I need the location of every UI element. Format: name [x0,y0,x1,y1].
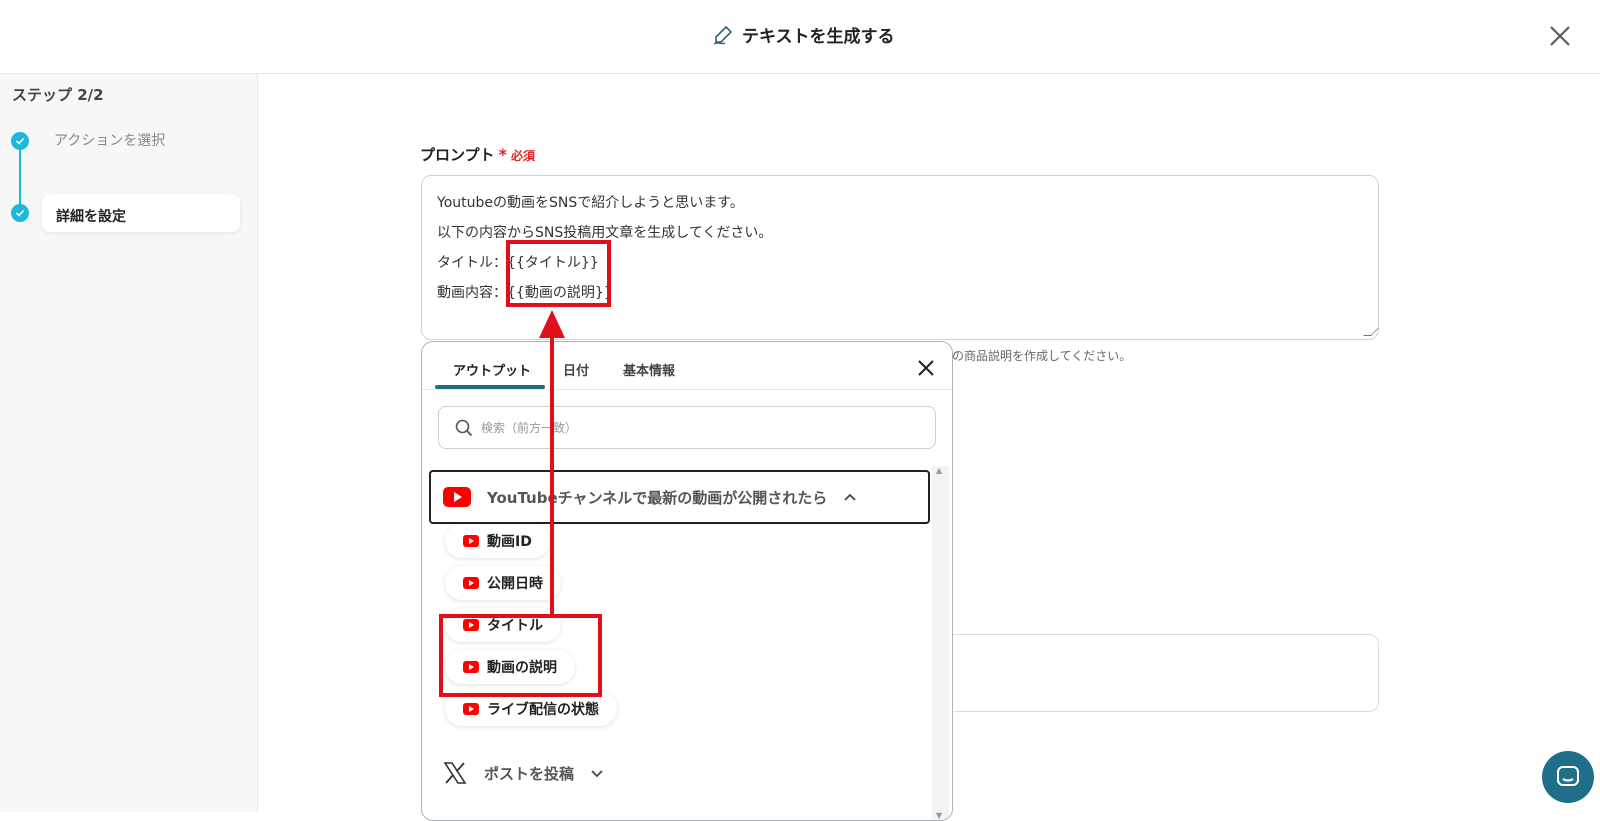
prompt-line: Youtubeの動画をSNSで紹介しようと思います。 [437,195,744,211]
x-icon [443,762,467,784]
steps-sidebar: ステップ 2/2 アクションを選択 詳細を設定 [0,74,258,812]
resize-handle[interactable] [1363,328,1379,336]
active-tab-indicator [435,385,545,389]
annotation-highlight-variables [506,240,611,307]
step-counter: ステップ 2/2 [12,86,104,104]
group-x-post[interactable]: ポストを投稿 [442,760,604,786]
tab-date[interactable]: 日付 [563,360,589,379]
close-icon[interactable] [916,358,936,378]
pen-icon [713,25,733,45]
output-chip-video-id[interactable]: 動画ID [445,524,550,558]
prompt-label-text: プロンプト [420,146,495,164]
chip-label: 動画ID [487,534,532,550]
group-youtube-trigger[interactable]: YouTubeチャンネルで最新の動画が公開されたら [429,470,930,524]
youtube-icon [463,535,479,547]
scroll-up-icon[interactable]: ▲ [936,466,942,475]
prompt-hint: の商品説明を作成してください。 [952,349,1132,363]
chevron-up-icon [844,493,856,501]
modal-title-text: テキストを生成する [742,27,895,47]
check-icon [11,132,29,150]
close-icon[interactable] [1546,22,1574,50]
variable-picker-popup: アウトプット 日付 基本情報 検索（前方一致） ▲ ▼ YouTubeチャンネル… [421,341,953,821]
annotation-arrow-head [539,310,565,338]
scrollbar[interactable]: ▲ ▼ [932,466,949,820]
sidebar-item-select-action[interactable]: アクションを選択 [54,130,165,150]
tab-output[interactable]: アウトプット [453,360,531,379]
chip-label: 公開日時 [487,576,543,592]
prompt-label: プロンプト * 必須 [420,144,535,165]
search-input[interactable]: 検索（前方一致） [438,406,936,449]
sidebar-item-settings[interactable]: 詳細を設定 [42,194,240,232]
annotation-highlight-chips [439,614,602,697]
youtube-icon [463,577,479,589]
youtube-icon [463,703,479,715]
search-icon [455,419,473,436]
output-chip-published-at[interactable]: 公開日時 [445,566,561,600]
check-icon [11,204,29,222]
youtube-icon [443,487,471,507]
tab-bar: アウトプット 日付 基本情報 [422,342,952,390]
modal-title: テキストを生成する [712,22,895,47]
output-chip-live-status[interactable]: ライブ配信の状態 [445,692,617,726]
search-placeholder: 検索（前方一致） [481,421,578,435]
header-bar: テキストを生成する [0,0,1600,74]
chat-support-button[interactable] [1542,751,1594,803]
chevron-down-icon [591,770,603,778]
scroll-down-icon[interactable]: ▼ [936,811,942,820]
required-text: 必須 [510,149,535,163]
chat-icon [1557,766,1579,786]
annotation-arrow-shaft [550,336,554,616]
group-title: ポストを投稿 [484,764,575,783]
required-mark: * [498,145,507,164]
group-title: YouTubeチャンネルで最新の動画が公開されたら [487,488,828,507]
tab-basic-info[interactable]: 基本情報 [623,360,675,379]
next-field-box[interactable] [946,634,1379,712]
chip-label: ライブ配信の状態 [487,702,599,718]
